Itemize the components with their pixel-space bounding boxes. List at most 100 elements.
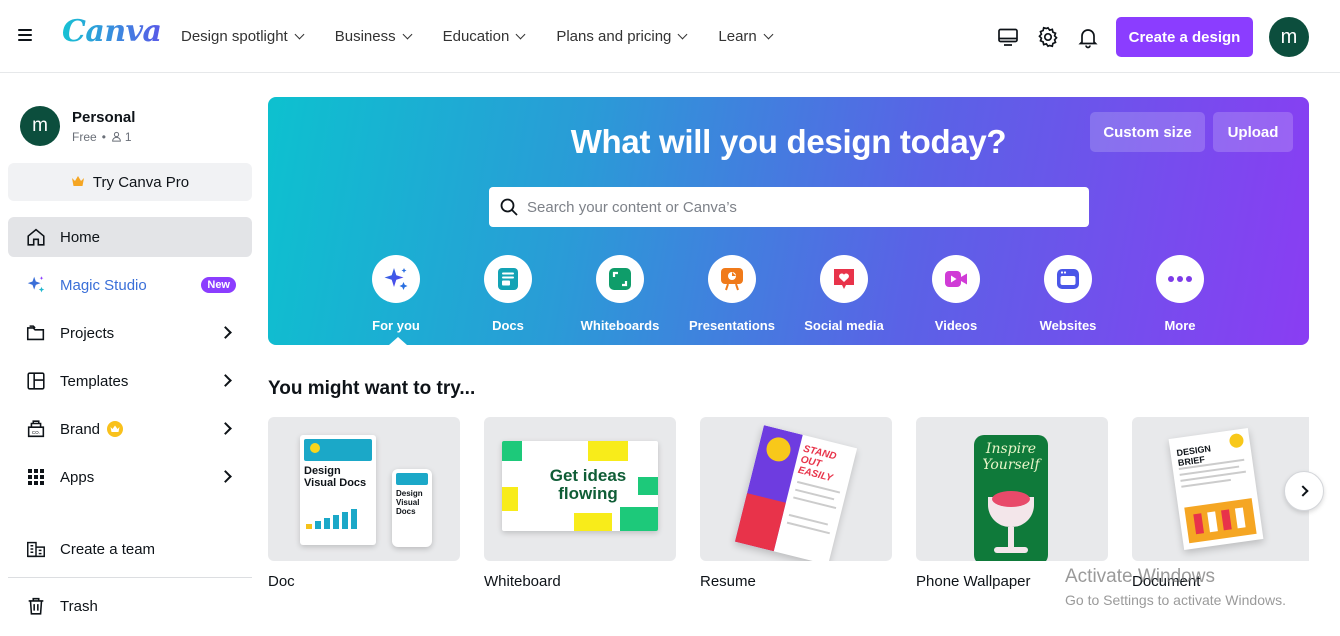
selected-tab-pointer: [389, 337, 407, 345]
section-title: You might want to try...: [268, 378, 476, 399]
main-nav: Design spotlight Business Education Plan…: [170, 0, 793, 73]
thumb-text: STAND OUT EASILY: [796, 443, 838, 485]
sidebar-item-label: Templates: [60, 372, 129, 390]
try-canva-pro-button[interactable]: Try Canva Pro: [8, 163, 252, 201]
sidebar-item-apps[interactable]: Apps: [8, 457, 252, 497]
watermark-subtitle: Go to Settings to activate Windows.: [1065, 592, 1286, 608]
thumb-text: Get ideas flowing: [549, 466, 627, 503]
avatar[interactable]: m: [1269, 17, 1309, 57]
crown-icon: [106, 420, 124, 438]
nav-label: Education: [442, 28, 510, 45]
category-label: For you: [372, 318, 420, 333]
chevron-right-icon: [219, 470, 232, 483]
avatar: m: [20, 106, 60, 146]
sparkle-icon: [372, 255, 420, 303]
monitor-icon[interactable]: [996, 25, 1020, 49]
nav-learn[interactable]: Learn: [707, 20, 782, 53]
bell-icon[interactable]: [1076, 25, 1100, 49]
card-doc[interactable]: Design Visual Docs Design Visual Docs Do…: [268, 417, 460, 590]
search-input[interactable]: [527, 198, 1067, 216]
templates-icon: [24, 369, 48, 393]
person-icon: [111, 131, 122, 142]
gear-icon[interactable]: [1036, 25, 1060, 49]
card-phone-wallpaper[interactable]: Inspire Yourself Phone Wallpaper: [916, 417, 1108, 590]
sidebar-item-label: Home: [60, 228, 101, 246]
card-thumbnail: Get ideas flowing: [484, 417, 676, 561]
sidebar-item-home[interactable]: Home: [8, 217, 252, 257]
card-thumbnail: DESIGN BRIEF: [1132, 417, 1309, 561]
nav-label: Learn: [718, 28, 757, 45]
category-videos[interactable]: Videos: [900, 255, 1012, 333]
category-social-media[interactable]: Social media: [788, 255, 900, 333]
website-icon: [1044, 255, 1092, 303]
sidebar: m Personal Free • 1 Try Canva Pro Home M…: [0, 74, 260, 636]
home-icon: [24, 225, 48, 249]
profile-plan-info: Free • 1: [72, 130, 135, 144]
card-thumbnail: Inspire Yourself: [916, 417, 1108, 561]
svg-text:CO.: CO.: [32, 430, 40, 435]
plan-label: Free: [72, 129, 97, 144]
nav-plans-and-pricing[interactable]: Plans and pricing: [545, 20, 697, 53]
card-document[interactable]: DESIGN BRIEF Document: [1132, 417, 1309, 590]
create-design-button[interactable]: Create a design: [1116, 17, 1253, 57]
whiteboard-icon: [596, 255, 644, 303]
card-whiteboard[interactable]: Get ideas flowing Whiteboard: [484, 417, 676, 590]
doc-icon: [484, 255, 532, 303]
card-label: Doc: [268, 573, 295, 590]
chevron-right-icon: [219, 422, 232, 435]
top-bar: Canva Design spotlight Business Educatio…: [0, 0, 1340, 73]
nav-label: Plans and pricing: [556, 28, 672, 45]
carousel-next-button[interactable]: [1284, 471, 1324, 511]
hero-banner: Custom size Upload What will you design …: [268, 97, 1309, 345]
category-docs[interactable]: Docs: [452, 255, 564, 333]
category-label: Websites: [1039, 318, 1097, 333]
trash-label: Trash: [60, 597, 98, 615]
nav-design-spotlight[interactable]: Design spotlight: [170, 20, 314, 53]
category-presentations[interactable]: Presentations: [676, 255, 788, 333]
category-websites[interactable]: Websites: [1012, 255, 1124, 333]
category-label: Presentations: [689, 318, 775, 333]
category-label: Whiteboards: [580, 318, 660, 333]
canva-logo[interactable]: Canva: [62, 14, 162, 49]
card-label: Whiteboard: [484, 573, 561, 590]
new-badge: New: [201, 277, 236, 293]
nav-business[interactable]: Business: [324, 20, 422, 53]
create-team-button[interactable]: Create a team: [8, 529, 252, 569]
sidebar-item-label: Magic Studio: [60, 276, 147, 294]
sidebar-item-brand[interactable]: CO. Brand: [8, 409, 252, 449]
chevron-down-icon: [402, 29, 413, 40]
apps-grid-icon: [24, 465, 48, 489]
chevron-down-icon: [515, 29, 526, 40]
thumb-text: Inspire Yourself: [982, 441, 1040, 473]
sidebar-item-projects[interactable]: Projects: [8, 313, 252, 353]
category-more[interactable]: More: [1124, 255, 1236, 333]
presentation-icon: [708, 255, 756, 303]
category-for-you[interactable]: For you: [340, 255, 452, 333]
trash-icon: [24, 594, 48, 618]
chevron-right-icon: [1296, 485, 1309, 497]
video-icon: [932, 255, 980, 303]
category-label: Videos: [934, 318, 978, 333]
sidebar-item-magic-studio[interactable]: Magic Studio New: [8, 265, 252, 305]
chevron-down-icon: [294, 29, 305, 40]
card-resume[interactable]: STAND OUT EASILY Resume: [700, 417, 892, 590]
category-label: Social media: [804, 318, 884, 333]
trash-button[interactable]: Trash: [8, 586, 252, 626]
design-categories: For you Docs Whiteboards Presentations S…: [340, 255, 1236, 335]
sidebar-item-templates[interactable]: Templates: [8, 361, 252, 401]
search-icon: [499, 197, 519, 217]
nav-education[interactable]: Education: [432, 20, 536, 53]
category-whiteboards[interactable]: Whiteboards: [564, 255, 676, 333]
nav-label: Business: [334, 28, 396, 45]
more-dots-icon: [1156, 255, 1204, 303]
heart-icon: [820, 255, 868, 303]
chevron-right-icon: [219, 374, 232, 387]
sidebar-item-label: Projects: [60, 324, 115, 342]
menu-icon[interactable]: [18, 26, 40, 46]
sidebar-item-label: Brand: [60, 420, 101, 438]
windows-activation-watermark: Activate Windows Go to Settings to activ…: [1065, 566, 1286, 608]
search-bar[interactable]: [489, 187, 1089, 227]
folder-icon: [24, 321, 48, 345]
profile-switcher[interactable]: m Personal Free • 1: [20, 104, 250, 148]
card-thumbnail: Design Visual Docs Design Visual Docs: [268, 417, 460, 561]
